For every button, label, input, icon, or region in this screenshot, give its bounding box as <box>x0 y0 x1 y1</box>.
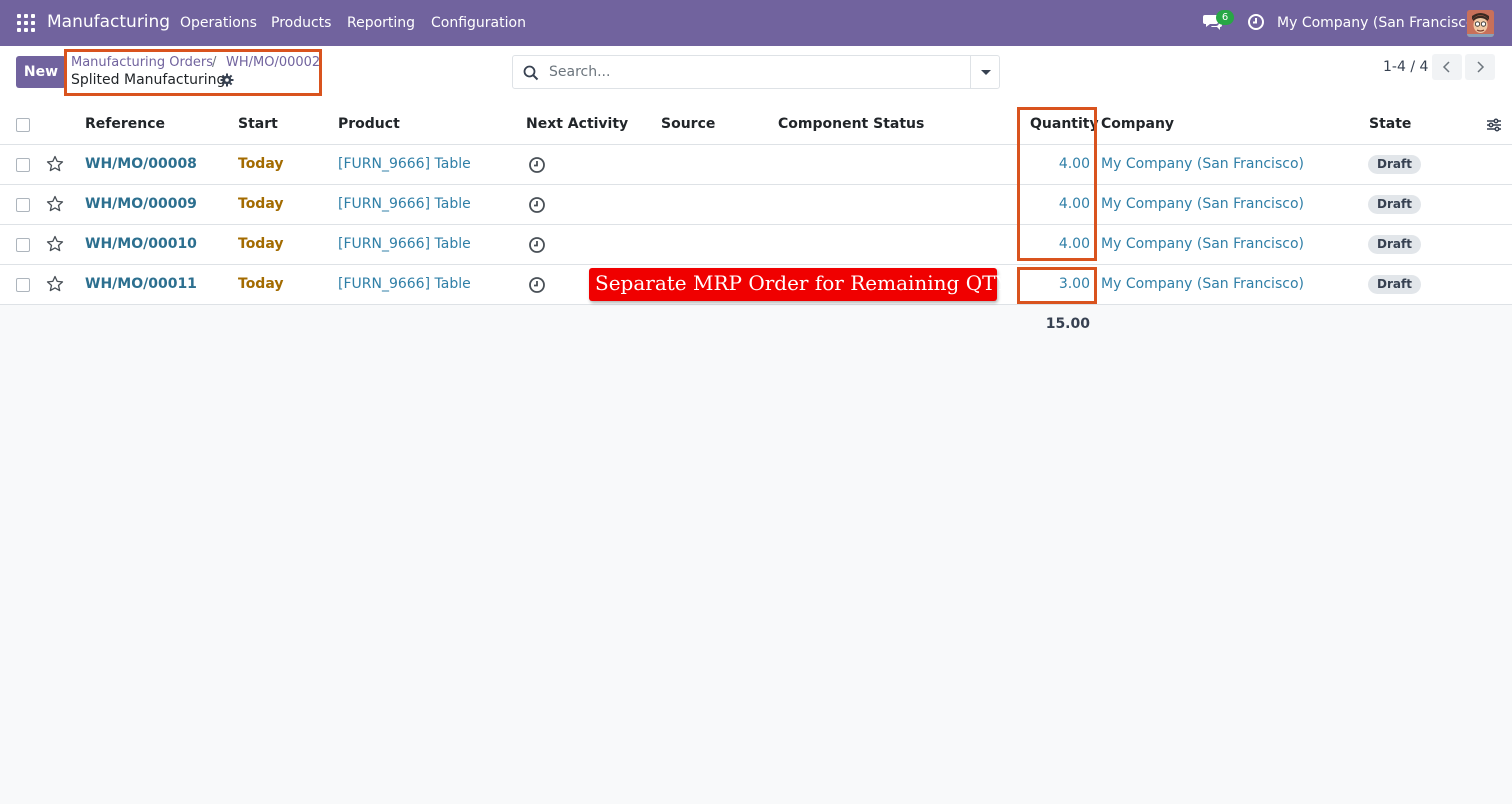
column-start[interactable]: Start <box>238 116 278 132</box>
reference-cell[interactable]: WH/MO/00010 <box>85 236 197 252</box>
reference-cell[interactable]: WH/MO/00008 <box>85 156 197 172</box>
menu-operations[interactable]: Operations <box>180 15 257 31</box>
page-title: Splited Manufacturing <box>71 72 226 88</box>
chevron-right-icon <box>1477 61 1485 73</box>
control-panel: New Manufacturing Orders / WH/MO/00002 S… <box>0 46 1512 106</box>
column-state[interactable]: State <box>1369 116 1411 132</box>
breadcrumb-parent-order[interactable]: WH/MO/00002 <box>226 55 320 70</box>
gear-icon[interactable] <box>220 73 234 87</box>
start-cell: Today <box>238 276 284 292</box>
search-bar <box>512 55 1000 89</box>
row-checkbox[interactable] <box>16 158 30 172</box>
row-checkbox[interactable] <box>16 278 30 292</box>
search-icon <box>523 65 539 81</box>
product-cell[interactable]: [FURN_9666] Table <box>338 276 471 292</box>
app-menu-icon[interactable] <box>17 14 35 32</box>
state-badge: Draft <box>1368 155 1421 174</box>
company-cell[interactable]: My Company (San Francisco) <box>1101 276 1304 292</box>
clock-icon[interactable] <box>528 196 546 214</box>
star-icon[interactable] <box>46 275 64 293</box>
new-button[interactable]: New <box>16 56 66 88</box>
table-row[interactable]: WH/MO/00008 Today [FURN_9666] Table 4.00… <box>0 145 1512 185</box>
user-avatar[interactable] <box>1467 10 1494 37</box>
remaining-quantity-highlight-box <box>1017 267 1097 304</box>
menu-reporting[interactable]: Reporting <box>347 15 415 31</box>
table-row[interactable]: WH/MO/00010 Today [FURN_9666] Table 4.00… <box>0 225 1512 265</box>
breadcrumb-separator: / <box>212 55 217 70</box>
column-component-status[interactable]: Component Status <box>778 116 924 132</box>
company-cell[interactable]: My Company (San Francisco) <box>1101 196 1304 212</box>
optional-columns-icon[interactable] <box>1486 117 1502 133</box>
start-cell: Today <box>238 236 284 252</box>
app-name[interactable]: Manufacturing <box>47 12 170 32</box>
star-icon[interactable] <box>46 155 64 173</box>
table-row[interactable]: WH/MO/00009 Today [FURN_9666] Table 4.00… <box>0 185 1512 225</box>
select-all-checkbox[interactable] <box>16 118 30 132</box>
pager-next-button[interactable] <box>1465 54 1495 80</box>
quantity-highlight-box <box>1017 107 1097 261</box>
activity-clock-icon[interactable] <box>1247 13 1265 31</box>
clock-icon[interactable] <box>528 236 546 254</box>
reference-cell[interactable]: WH/MO/00011 <box>85 276 197 292</box>
product-cell[interactable]: [FURN_9666] Table <box>338 156 471 172</box>
star-icon[interactable] <box>46 195 64 213</box>
state-badge: Draft <box>1368 235 1421 254</box>
state-badge: Draft <box>1368 195 1421 214</box>
pager-value[interactable]: 1-4 / 4 <box>1383 59 1428 75</box>
quantity-total: 15.00 <box>1045 316 1090 332</box>
column-next-activity[interactable]: Next Activity <box>526 116 628 132</box>
state-badge: Draft <box>1368 275 1421 294</box>
menu-configuration[interactable]: Configuration <box>431 15 526 31</box>
company-switcher[interactable]: My Company (San Francisco) <box>1277 15 1480 31</box>
column-product[interactable]: Product <box>338 116 400 132</box>
pager-previous-button[interactable] <box>1432 54 1462 80</box>
column-reference[interactable]: Reference <box>85 116 165 132</box>
start-cell: Today <box>238 156 284 172</box>
row-checkbox[interactable] <box>16 198 30 212</box>
product-cell[interactable]: [FURN_9666] Table <box>338 236 471 252</box>
messages-count-badge: 6 <box>1216 10 1234 25</box>
start-cell: Today <box>238 196 284 212</box>
row-checkbox[interactable] <box>16 238 30 252</box>
column-company[interactable]: Company <box>1101 116 1174 132</box>
star-icon[interactable] <box>46 235 64 253</box>
clock-icon[interactable] <box>528 156 546 174</box>
annotation-callout: Separate MRP Order for Remaining QTY <box>589 268 1009 301</box>
chevron-left-icon <box>1442 61 1450 73</box>
reference-cell[interactable]: WH/MO/00009 <box>85 196 197 212</box>
product-cell[interactable]: [FURN_9666] Table <box>338 196 471 212</box>
search-input[interactable] <box>549 61 969 83</box>
menu-products[interactable]: Products <box>271 15 331 31</box>
table-header: Reference Start Product Next Activity So… <box>0 105 1512 145</box>
column-source[interactable]: Source <box>661 116 715 132</box>
breadcrumb-manufacturing-orders[interactable]: Manufacturing Orders <box>71 55 213 70</box>
clock-icon[interactable] <box>528 276 546 294</box>
top-navbar: Manufacturing Operations Products Report… <box>0 0 1512 46</box>
company-cell[interactable]: My Company (San Francisco) <box>1101 156 1304 172</box>
search-options-dropdown[interactable] <box>970 56 1000 88</box>
company-cell[interactable]: My Company (San Francisco) <box>1101 236 1304 252</box>
